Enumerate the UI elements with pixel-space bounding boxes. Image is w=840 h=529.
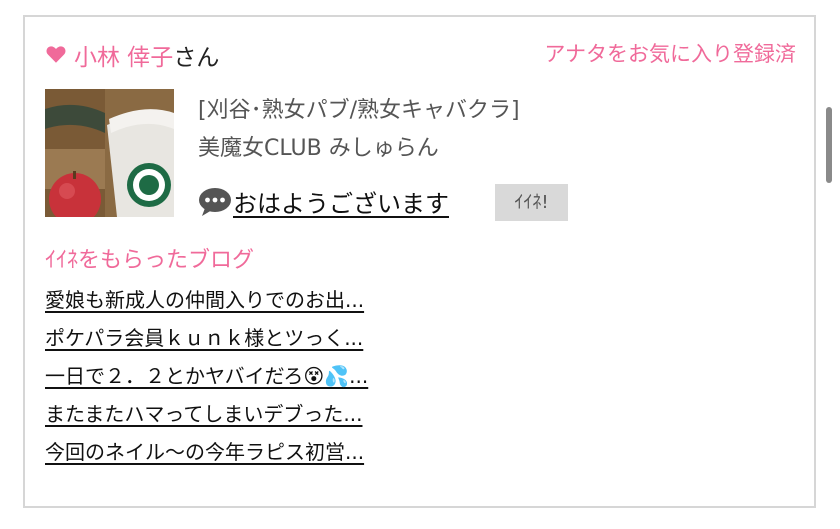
coffee-photo [45, 89, 174, 217]
blog-link[interactable]: 一日で２．２とかヤバイだろ😵💦... [45, 364, 368, 388]
blog-link[interactable]: 今回のネイル〜の今年ラピス初営... [45, 440, 364, 464]
list-item: ポケパラ会員ｋｕｎｋ様とツっく... [45, 322, 368, 360]
post-thumbnail[interactable] [45, 89, 174, 217]
blog-list: 愛娘も新成人の仲間入りでのお出... ポケパラ会員ｋｕｎｋ様とツっく... 一日… [45, 284, 368, 474]
blog-link[interactable]: ポケパラ会員ｋｕｎｋ様とツっく... [45, 326, 363, 350]
user-name[interactable]: 小林 倖子さん [74, 38, 219, 72]
favorite-status: アナタをお気に入り登録済 [544, 42, 796, 66]
heart-icon [46, 46, 66, 63]
list-item: 愛娘も新成人の仲間入りでのお出... [45, 284, 368, 322]
list-item: 一日で２．２とかヤバイだろ😵💦... [45, 360, 368, 398]
post-link[interactable]: おはようございます [233, 184, 449, 219]
blog-link[interactable]: 愛娘も新成人の仲間入りでのお出... [45, 288, 364, 312]
speech-bubble-icon [199, 188, 231, 216]
iine-button[interactable]: ｲｲﾈ! [495, 184, 568, 221]
shop-name[interactable]: 美魔女CLUB みしゅらん [198, 130, 439, 162]
blog-link[interactable]: またまたハマってしまいデブった... [45, 402, 362, 426]
liked-blogs-title: ｲｲﾈをもらったブログ [45, 248, 255, 273]
shop-category: [刈谷･熟女パブ/熟女キャバクラ] [198, 98, 520, 123]
scrollbar-thumb[interactable] [826, 107, 832, 183]
list-item: 今回のネイル〜の今年ラピス初営... [45, 436, 368, 474]
user-name-text[interactable]: 小林 倖子 [74, 45, 173, 71]
user-name-suffix: さん [173, 45, 220, 71]
list-item: またまたハマってしまいデブった... [45, 398, 368, 436]
